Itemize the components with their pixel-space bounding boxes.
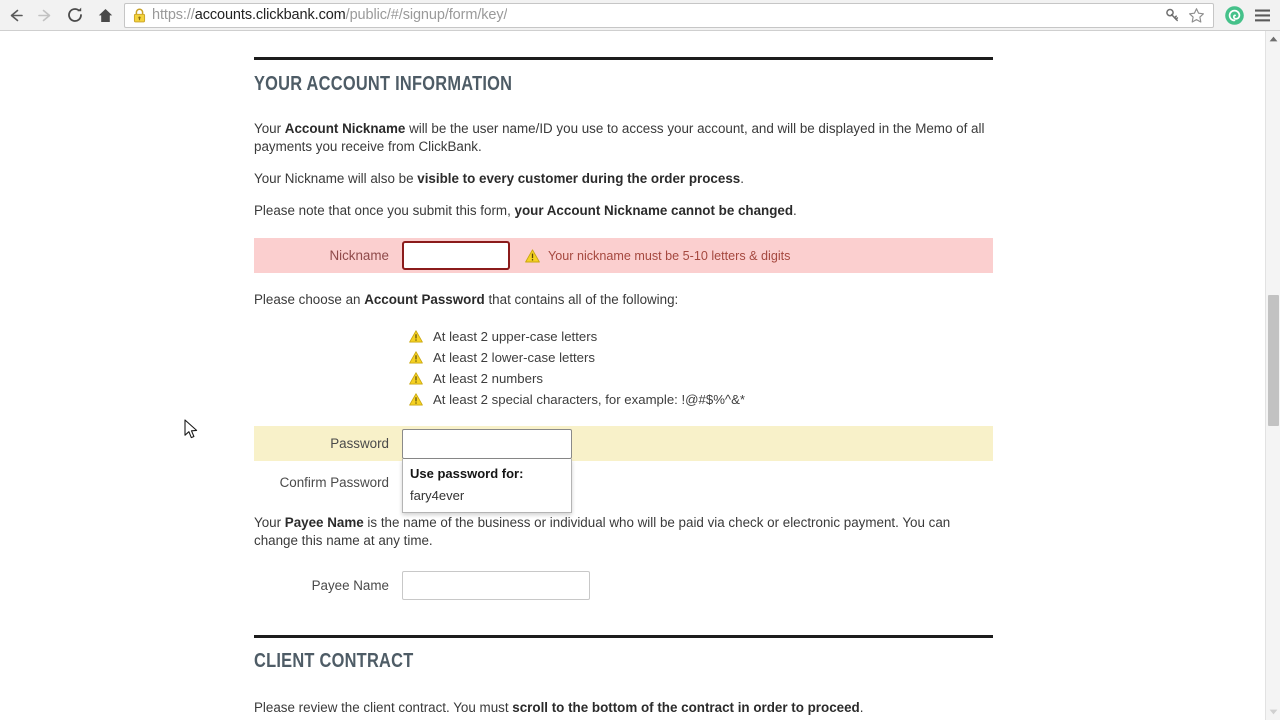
padlock-icon bbox=[133, 8, 146, 23]
reload-button[interactable] bbox=[60, 0, 90, 30]
warning-icon bbox=[409, 372, 423, 385]
text-fragment: Please choose an bbox=[254, 292, 365, 307]
warning-icon bbox=[409, 351, 423, 364]
page-scrollbar[interactable] bbox=[1265, 31, 1280, 720]
password-requirements-intro: Please choose an Account Password that c… bbox=[254, 291, 993, 309]
text-fragment: Your bbox=[254, 515, 285, 530]
text-emphasis: visible to every customer during the ord… bbox=[417, 171, 741, 186]
payee-name-input[interactable] bbox=[402, 571, 590, 600]
nickname-label: Nickname bbox=[329, 248, 389, 263]
omnibox-actions bbox=[1161, 4, 1209, 26]
home-button[interactable] bbox=[90, 0, 120, 30]
nickname-visibility-note: Your Nickname will also be visible to ev… bbox=[254, 170, 993, 188]
nickname-input[interactable] bbox=[402, 241, 510, 270]
password-label: Password bbox=[330, 436, 389, 451]
page-viewport: YOUR ACCOUNT INFORMATION Your Account Ni… bbox=[0, 31, 1280, 720]
page-title: YOUR ACCOUNT INFORMATION bbox=[254, 73, 513, 95]
forward-button[interactable] bbox=[30, 0, 60, 30]
key-icon[interactable] bbox=[1161, 4, 1183, 26]
password-field-row: Password Use password for: fary4ever bbox=[254, 426, 993, 513]
nickname-immutable-note: Please note that once you submit this fo… bbox=[254, 202, 993, 220]
password-rule-text: At least 2 numbers bbox=[433, 371, 543, 386]
scrollbar-down-arrow-icon[interactable] bbox=[1266, 704, 1280, 720]
warning-icon bbox=[409, 330, 423, 343]
warning-icon bbox=[525, 248, 540, 263]
password-rule-item: At least 2 special characters, for examp… bbox=[409, 389, 993, 410]
nickname-field-row: Nickname Your nickname must be 5-10 lett… bbox=[254, 238, 993, 273]
password-rule-item: At least 2 numbers bbox=[409, 368, 993, 389]
payee-description: Your Payee Name is the name of the busin… bbox=[254, 514, 993, 550]
url-path: /public/#/signup/form/key/ bbox=[345, 7, 508, 23]
confirm-password-label: Confirm Password bbox=[279, 475, 389, 490]
confirm-password-field-row: Confirm Password bbox=[254, 465, 993, 500]
text-emphasis: Account Password bbox=[364, 292, 485, 307]
password-rule-item: At least 2 lower-case letters bbox=[409, 347, 993, 368]
url-host: accounts.clickbank.com bbox=[194, 7, 346, 23]
nickname-description: Your Account Nickname will be the user n… bbox=[254, 120, 993, 156]
nickname-error-message: Your nickname must be 5-10 letters & dig… bbox=[525, 249, 790, 263]
password-rule-item: At least 2 upper-case letters bbox=[409, 326, 993, 347]
autofill-password-dropdown[interactable]: Use password for: fary4ever bbox=[402, 458, 572, 513]
text-fragment: Your Nickname will also be bbox=[254, 171, 418, 186]
warning-icon bbox=[409, 393, 423, 406]
hamburger-menu-icon[interactable] bbox=[1248, 1, 1276, 29]
scrollbar-up-arrow-icon[interactable] bbox=[1266, 31, 1280, 47]
password-rules-list: At least 2 upper-case letters At least 2… bbox=[409, 326, 993, 410]
text-fragment: Please note that once you submit this fo… bbox=[254, 203, 515, 218]
browser-toolbar: https://accounts.clickbank.com/public/#/… bbox=[0, 0, 1280, 31]
text-fragment: . bbox=[740, 171, 744, 186]
text-emphasis: scroll to the bottom of the contract in … bbox=[512, 700, 860, 715]
text-emphasis: your Account Nickname cannot be changed bbox=[514, 203, 794, 218]
address-bar[interactable]: https://accounts.clickbank.com/public/#/… bbox=[124, 2, 1214, 28]
text-fragment: that contains all of the following: bbox=[484, 292, 679, 307]
text-fragment: Your bbox=[254, 121, 285, 136]
url-scheme: https:// bbox=[152, 7, 195, 23]
payee-name-label: Payee Name bbox=[311, 578, 389, 593]
password-rule-text: At least 2 upper-case letters bbox=[433, 329, 598, 344]
page-body: YOUR ACCOUNT INFORMATION Your Account Ni… bbox=[0, 31, 1265, 720]
green-circle-extension-icon[interactable] bbox=[1220, 1, 1248, 29]
password-input-wrapper: Use password for: fary4ever bbox=[402, 428, 572, 513]
text-emphasis: Account Nickname bbox=[284, 121, 406, 136]
account-section-divider bbox=[254, 57, 993, 60]
contract-instruction: Please review the client contract. You m… bbox=[254, 699, 993, 717]
contract-section-divider bbox=[254, 635, 993, 638]
browser-right-actions bbox=[1220, 1, 1280, 29]
form-content: YOUR ACCOUNT INFORMATION Your Account Ni… bbox=[254, 31, 993, 717]
text-emphasis: Payee Name bbox=[284, 515, 364, 530]
password-rule-text: At least 2 special characters, for examp… bbox=[433, 392, 746, 407]
autofill-account-option[interactable]: fary4ever bbox=[403, 484, 571, 508]
text-fragment: . bbox=[859, 700, 864, 715]
text-fragment: Please review the client contract. You m… bbox=[254, 700, 513, 715]
scrollbar-thumb[interactable] bbox=[1268, 295, 1279, 426]
url-text: https://accounts.clickbank.com/public/#/… bbox=[152, 7, 507, 23]
autofill-heading: Use password for: bbox=[410, 465, 524, 481]
star-icon[interactable] bbox=[1185, 4, 1207, 26]
nickname-error-text: Your nickname must be 5-10 letters & dig… bbox=[548, 248, 791, 263]
password-rule-text: At least 2 lower-case letters bbox=[433, 350, 595, 365]
contract-section-title: CLIENT CONTRACT bbox=[254, 650, 414, 672]
text-fragment: . bbox=[793, 203, 797, 218]
back-button[interactable] bbox=[0, 0, 30, 30]
payee-name-field-row: Payee Name bbox=[254, 569, 993, 602]
password-input[interactable] bbox=[402, 428, 572, 459]
